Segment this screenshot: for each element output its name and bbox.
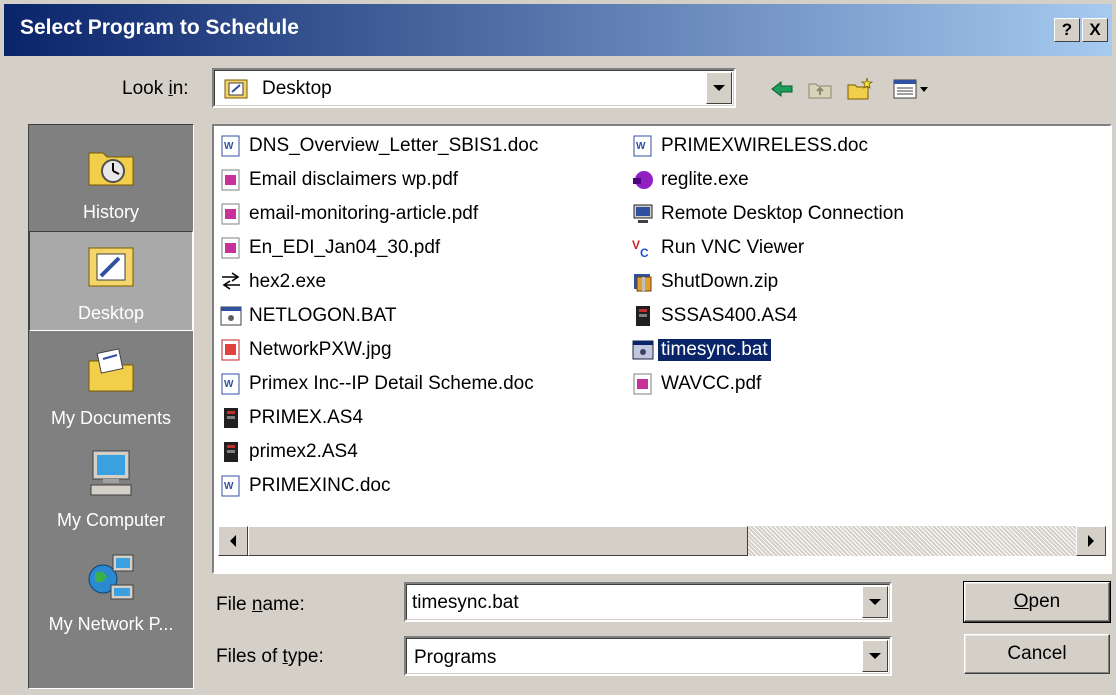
image-icon [221, 339, 240, 361]
arrow-right-icon [1088, 535, 1094, 547]
place-label: History [82, 202, 139, 222]
remote-desktop-icon [633, 204, 653, 223]
scroll-right-button[interactable] [1076, 526, 1106, 556]
close-button[interactable]: X [1082, 18, 1108, 42]
file-item[interactable]: hex2.exe [220, 266, 329, 298]
pdf-icon [221, 169, 240, 191]
file-item[interactable]: reglite.exe [632, 164, 752, 196]
place-label: My Network P... [48, 614, 174, 634]
look-in-dropdown-button[interactable] [706, 72, 732, 104]
file-type-label: Files of type: [216, 646, 324, 667]
as4-icon [224, 408, 238, 428]
file-item[interactable]: ShutDown.zip [632, 266, 781, 298]
file-item[interactable]: email-monitoring-article.pdf [220, 198, 481, 230]
chevron-down-icon [869, 599, 881, 605]
as4-icon [636, 306, 650, 326]
file-item[interactable]: primex2.AS4 [220, 436, 361, 468]
svg-text:C: C [640, 246, 649, 259]
file-item[interactable]: W PRIMEXWIRELESS.doc [632, 130, 871, 162]
exe-icon [222, 272, 240, 290]
file-item[interactable]: WAVCC.pdf [632, 368, 764, 400]
word-doc-icon: W [221, 135, 240, 157]
desktop-icon [88, 247, 134, 287]
title-bar: Select Program to Schedule ? X [4, 4, 1112, 56]
up-one-level-icon[interactable] [806, 76, 834, 102]
help-button[interactable]: ? [1054, 18, 1080, 42]
place-desktop[interactable]: Desktop [29, 231, 193, 331]
file-item[interactable]: VC Run VNC Viewer [632, 232, 807, 264]
view-menu-icon[interactable] [892, 76, 936, 102]
place-my-network[interactable]: My Network P... [29, 541, 193, 641]
zip-icon [634, 274, 652, 292]
file-item[interactable]: Email disclaimers wp.pdf [220, 164, 461, 196]
vnc-icon: VC [632, 238, 649, 259]
as4-icon [224, 442, 238, 462]
place-label: Desktop [77, 303, 145, 323]
file-item[interactable]: W PRIMEXINC.doc [220, 470, 393, 502]
place-label: My Documents [50, 408, 172, 428]
my-computer-icon [90, 450, 132, 496]
scrollbar-thumb[interactable] [248, 526, 748, 556]
place-my-computer[interactable]: My Computer [29, 437, 193, 537]
file-item[interactable]: Remote Desktop Connection [632, 198, 907, 230]
dialog-title: Select Program to Schedule [20, 16, 299, 39]
pdf-icon [633, 373, 652, 395]
my-documents-folder-icon [88, 348, 134, 392]
file-type-combo[interactable]: Programs [404, 636, 892, 676]
file-name-label: File name: [216, 594, 305, 615]
file-item[interactable]: NetworkPXW.jpg [220, 334, 395, 366]
places-bar: History Desktop My Documents My Computer… [28, 124, 194, 689]
pdf-icon [221, 237, 240, 259]
place-my-documents[interactable]: My Documents [29, 335, 193, 435]
pdf-icon [221, 203, 240, 225]
place-history[interactable]: History [29, 129, 193, 229]
desktop-icon [224, 79, 248, 99]
file-type-dropdown-button[interactable] [862, 640, 888, 672]
batch-icon [632, 340, 654, 360]
file-name-input[interactable]: timesync.bat [412, 592, 519, 614]
file-name-combo[interactable]: timesync.bat [404, 582, 892, 622]
file-item[interactable]: PRIMEX.AS4 [220, 402, 366, 434]
word-doc-icon: W [633, 135, 652, 157]
my-network-places-icon [88, 554, 134, 600]
scroll-left-button[interactable] [218, 526, 248, 556]
svg-text:V: V [632, 238, 640, 252]
file-item[interactable]: NETLOGON.BAT [220, 300, 399, 332]
look-in-value: Desktop [262, 78, 332, 99]
batch-icon [220, 306, 242, 326]
arrow-left-icon [230, 535, 236, 547]
file-item[interactable]: W DNS_Overview_Letter_SBIS1.doc [220, 130, 541, 162]
word-doc-icon: W [221, 373, 240, 395]
look-in-label: Look in: [122, 78, 189, 99]
file-item[interactable]: W Primex Inc--IP Detail Scheme.doc [220, 368, 537, 400]
back-icon[interactable] [768, 76, 796, 102]
select-program-dialog: Select Program to Schedule ? X Look in: … [0, 0, 1116, 695]
svg-text:W: W [224, 141, 234, 152]
svg-text:W: W [224, 379, 234, 390]
new-folder-icon[interactable] [846, 76, 874, 102]
svg-text:W: W [224, 481, 234, 492]
chevron-down-icon [713, 85, 725, 91]
file-item-selected[interactable]: timesync.bat [632, 334, 772, 366]
open-button[interactable]: Open [963, 581, 1111, 623]
chevron-down-icon [869, 653, 881, 659]
file-type-value: Programs [414, 647, 497, 668]
place-label: My Computer [56, 510, 166, 530]
file-item[interactable]: En_EDI_Jan04_30.pdf [220, 232, 443, 264]
file-list[interactable]: W DNS_Overview_Letter_SBIS1.doc Email di… [212, 124, 1112, 574]
file-item[interactable]: SSSAS400.AS4 [632, 300, 800, 332]
svg-text:W: W [636, 141, 646, 152]
horizontal-scrollbar[interactable] [218, 526, 1106, 556]
cancel-button[interactable]: Cancel [964, 634, 1110, 674]
word-doc-icon: W [221, 475, 240, 497]
look-in-combo[interactable]: Desktop [212, 68, 736, 108]
reglite-icon [633, 171, 653, 189]
file-name-dropdown-button[interactable] [862, 586, 888, 618]
history-folder-icon [88, 152, 134, 186]
